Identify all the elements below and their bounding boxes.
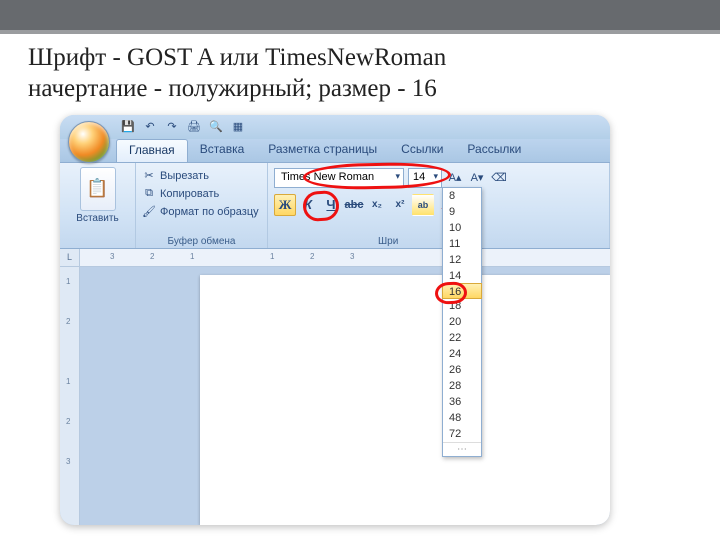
copy-label: Копировать (160, 188, 219, 200)
clipboard-icon: 📋 (86, 178, 108, 199)
shrink-font-button[interactable]: A▾ (468, 169, 486, 187)
grow-font-button[interactable]: A▴ (446, 169, 464, 187)
heading-line-2: начертание - полужирный; размер - 16 (28, 73, 692, 104)
slide-top-bar (0, 0, 720, 34)
print-icon[interactable]: 🖨 (186, 119, 202, 135)
paste-group: 📋 Вставить (60, 163, 136, 248)
highlight-button[interactable]: ab (412, 194, 434, 216)
bold-button[interactable]: Ж (274, 194, 296, 216)
ruler-corner: L (60, 249, 80, 266)
tab-mailings[interactable]: Рассылки (455, 139, 533, 162)
font-size-dropdown[interactable]: 891011121416182022242628364872⋯ (442, 187, 482, 457)
word-screenshot: 💾 ↶ ↷ 🖨 🔍 ▦ Главная Вставка Разметка стр… (60, 115, 610, 525)
heading-line-1: Шрифт - GOST A или TimesNewRoman (28, 42, 692, 73)
size-option-26[interactable]: 26 (443, 362, 481, 378)
table-icon[interactable]: ▦ (230, 119, 246, 135)
size-option-16[interactable]: 16 (442, 283, 482, 299)
font-name-combo[interactable]: Times New Roman (274, 168, 404, 188)
clear-format-button[interactable]: ⌫ (490, 169, 508, 187)
dropdown-more: ⋯ (443, 442, 481, 456)
size-option-36[interactable]: 36 (443, 394, 481, 410)
tab-insert[interactable]: Вставка (188, 139, 257, 162)
size-option-8[interactable]: 8 (443, 188, 481, 204)
subscript-button[interactable]: x₂ (366, 194, 388, 216)
underline-button[interactable]: Ч (320, 194, 342, 216)
size-option-22[interactable]: 22 (443, 330, 481, 346)
tab-home[interactable]: Главная (116, 139, 188, 162)
grow-font-icon: A▴ (449, 171, 462, 184)
quick-access-toolbar: 💾 ↶ ↷ 🖨 🔍 ▦ (60, 115, 610, 139)
ribbon-tabs: Главная Вставка Разметка страницы Ссылки… (60, 139, 610, 163)
size-option-9[interactable]: 9 (443, 204, 481, 220)
size-option-18[interactable]: 18 (443, 298, 481, 314)
superscript-button[interactable]: x² (389, 194, 411, 216)
font-size-combo[interactable]: 14 (408, 168, 442, 188)
copy-icon: ⧉ (142, 187, 156, 200)
vertical-ruler: 1 2 1 2 3 (60, 267, 80, 525)
horizontal-ruler: L 3 2 1 1 2 3 (60, 249, 610, 267)
save-icon[interactable]: 💾 (120, 119, 136, 135)
preview-icon[interactable]: 🔍 (208, 119, 224, 135)
cut-label: Вырезать (160, 170, 209, 182)
brush-icon: 🖌 (142, 205, 156, 218)
paste-button[interactable]: 📋 (80, 167, 116, 211)
italic-button[interactable]: К (297, 194, 319, 216)
font-group-label: Шри (268, 236, 609, 247)
size-option-28[interactable]: 28 (443, 378, 481, 394)
format-painter-button[interactable]: 🖌 Формат по образцу (142, 203, 261, 221)
redo-icon[interactable]: ↷ (164, 119, 180, 135)
shrink-font-icon: A▾ (471, 171, 484, 184)
size-option-20[interactable]: 20 (443, 314, 481, 330)
clipboard-group-label: Буфер обмена (136, 236, 267, 247)
undo-icon[interactable]: ↶ (142, 119, 158, 135)
heading-text: Шрифт - GOST A или TimesNewRoman начерта… (0, 34, 720, 115)
tab-page-layout[interactable]: Разметка страницы (256, 139, 389, 162)
size-option-24[interactable]: 24 (443, 346, 481, 362)
eraser-icon: ⌫ (491, 171, 507, 184)
document-area: 1 2 1 2 3 (60, 267, 610, 525)
clipboard-group: ✂ Вырезать ⧉ Копировать 🖌 Формат по обра… (136, 163, 268, 248)
size-option-14[interactable]: 14 (443, 268, 481, 284)
format-painter-label: Формат по образцу (160, 206, 259, 218)
size-option-72[interactable]: 72 (443, 426, 481, 442)
size-option-12[interactable]: 12 (443, 252, 481, 268)
paste-label: Вставить (76, 213, 118, 224)
document-page[interactable] (200, 275, 610, 525)
office-button[interactable] (68, 121, 110, 163)
ribbon: 📋 Вставить ✂ Вырезать ⧉ Копировать 🖌 Фор… (60, 163, 610, 249)
scissors-icon: ✂ (142, 169, 156, 182)
size-option-11[interactable]: 11 (443, 236, 481, 252)
size-option-10[interactable]: 10 (443, 220, 481, 236)
copy-button[interactable]: ⧉ Копировать (142, 185, 261, 203)
tab-references[interactable]: Ссылки (389, 139, 455, 162)
ruler-ticks: 3 2 1 1 2 3 (80, 249, 610, 266)
font-group: Times New Roman 14 A▴ A▾ ⌫ Ж К Ч abc x₂ … (268, 163, 610, 248)
size-option-48[interactable]: 48 (443, 410, 481, 426)
cut-button[interactable]: ✂ Вырезать (142, 167, 261, 185)
strike-button[interactable]: abc (343, 194, 365, 216)
